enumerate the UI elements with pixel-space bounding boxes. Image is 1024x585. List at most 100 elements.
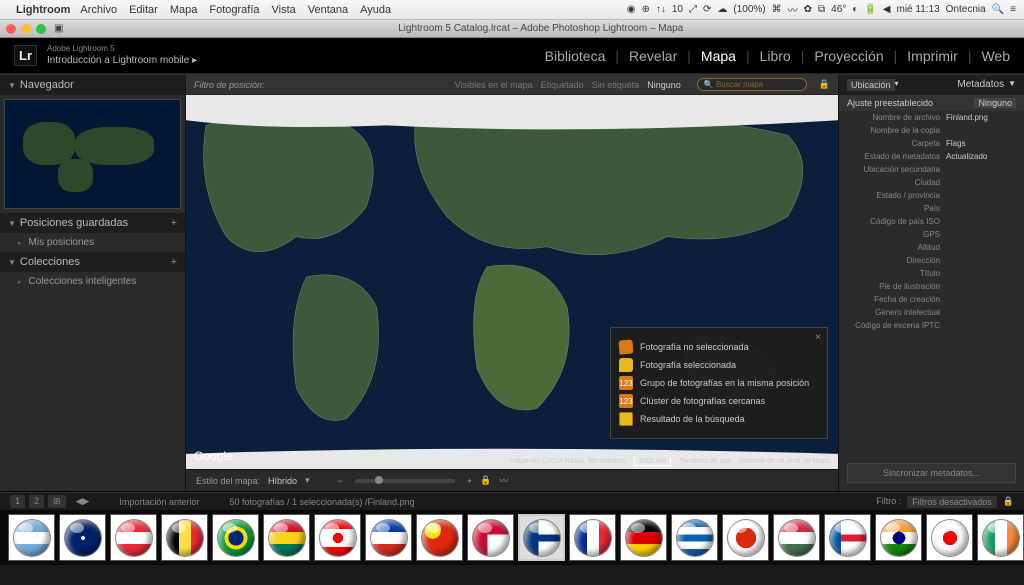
import-label[interactable]: Importación anterior (119, 497, 199, 507)
prev-button[interactable]: ◀ (76, 496, 83, 507)
tray-icon[interactable]: ⟳ (703, 4, 711, 15)
filmstrip-thumbnail[interactable] (977, 514, 1024, 561)
smart-collections-item[interactable]: Colecciones inteligentes (0, 272, 185, 291)
terms-link[interactable]: Términos de uso (679, 458, 731, 466)
metadata-field[interactable]: Título (839, 267, 1024, 280)
menu-icon[interactable]: ≡ (1010, 4, 1016, 15)
filter-dropdown[interactable]: Filtros desactivados (907, 496, 997, 508)
filmstrip[interactable] (0, 510, 1024, 565)
collections-header[interactable]: ▼Colecciones+ (0, 252, 185, 272)
close-window-button[interactable] (6, 24, 16, 34)
navigator-thumbnail[interactable] (4, 99, 181, 209)
metadata-field[interactable]: Ubicación secundaria (839, 163, 1024, 176)
filmstrip-thumbnail[interactable] (110, 514, 157, 561)
metadata-field[interactable]: Ciudad (839, 176, 1024, 189)
metadata-field[interactable]: Código de país ISO (839, 215, 1024, 228)
tray-icon[interactable]: ◐ (852, 4, 858, 15)
metadata-field[interactable]: Estado de metadatosActualizado (839, 150, 1024, 163)
filmstrip-thumbnail[interactable] (8, 514, 55, 561)
my-positions-item[interactable]: Mis posiciones (0, 233, 185, 252)
tray-icon[interactable]: 〰 (788, 2, 798, 17)
next-button[interactable]: ▶ (83, 496, 90, 507)
minimize-window-button[interactable] (21, 24, 31, 34)
view-1-button[interactable]: 1 (10, 495, 25, 508)
filter-option[interactable]: Visibles en el mapa (455, 80, 533, 90)
curve-icon[interactable]: 〰 (499, 474, 508, 487)
intro-link[interactable]: Introducción a Lightroom mobile ▸ (47, 55, 197, 66)
add-collection-button[interactable]: + (171, 256, 177, 268)
menu-vista[interactable]: Vista (272, 4, 296, 16)
add-position-button[interactable]: + (171, 217, 177, 229)
tray-icon[interactable]: ⌘ (772, 4, 782, 15)
lock-icon[interactable]: 🔒 (480, 475, 491, 486)
filmstrip-thumbnail[interactable] (314, 514, 361, 561)
metadata-field[interactable]: Fecha de creación (839, 293, 1024, 306)
metadata-header[interactable]: Ubicación▾ Metadatos▼ (839, 75, 1024, 95)
filter-option[interactable]: Etiquetado (541, 80, 584, 90)
spotlight-icon[interactable]: 🔍 (992, 4, 1004, 15)
module-proyección[interactable]: Proyección (814, 48, 883, 64)
grid-button[interactable]: ⊞ (48, 495, 66, 508)
module-imprimir[interactable]: Imprimir (907, 48, 958, 64)
filmstrip-thumbnail[interactable] (467, 514, 514, 561)
menu-ayuda[interactable]: Ayuda (360, 4, 391, 16)
filmstrip-thumbnail[interactable] (518, 514, 565, 561)
menu-mapa[interactable]: Mapa (170, 4, 198, 16)
filmstrip-thumbnail[interactable] (671, 514, 718, 561)
view-2-button[interactable]: 2 (29, 495, 44, 508)
filmstrip-thumbnail[interactable] (59, 514, 106, 561)
report-link[interactable]: Informar de un error de Maps (739, 458, 830, 466)
metadata-field[interactable]: Nombre de archivoFinland.png (839, 111, 1024, 124)
module-mapa[interactable]: Mapa (701, 48, 736, 64)
module-revelar[interactable]: Revelar (629, 48, 677, 64)
metadata-field[interactable]: Altitud (839, 241, 1024, 254)
metadata-field[interactable]: GPS (839, 228, 1024, 241)
style-value[interactable]: Híbrido (268, 476, 297, 486)
map-view[interactable]: × Fotografía no seleccionada Fotografía … (186, 95, 838, 469)
module-biblioteca[interactable]: Biblioteca (545, 48, 606, 64)
metadata-field[interactable]: Pie de ilustración (839, 280, 1024, 293)
legend-close-button[interactable]: × (815, 332, 821, 343)
filmstrip-thumbnail[interactable] (569, 514, 616, 561)
filmstrip-thumbnail[interactable] (161, 514, 208, 561)
user[interactable]: Ontecnia (946, 4, 986, 15)
tray-icon[interactable]: ◀ (883, 4, 891, 15)
location-dropdown[interactable]: Ubicación (847, 79, 895, 91)
menu-editar[interactable]: Editar (129, 4, 158, 16)
filmstrip-thumbnail[interactable] (416, 514, 463, 561)
menu-fotografia[interactable]: Fotografía (209, 4, 259, 16)
filter-lock-icon[interactable]: 🔒 (819, 79, 830, 90)
menu-ventana[interactable]: Ventana (308, 4, 348, 16)
metadata-field[interactable]: País (839, 202, 1024, 215)
module-web[interactable]: Web (981, 48, 1010, 64)
filmstrip-thumbnail[interactable] (365, 514, 412, 561)
zoom-slider[interactable] (355, 479, 455, 483)
filmstrip-thumbnail[interactable] (263, 514, 310, 561)
filter-option[interactable]: Sin etiqueta (592, 80, 640, 90)
metadata-field[interactable]: Código de escena IPTC (839, 319, 1024, 332)
filter-lock-icon[interactable]: 🔒 (1003, 496, 1014, 508)
tray-icon[interactable]: 🔋 (864, 4, 876, 15)
tray-icon[interactable]: ⊕ (641, 4, 649, 15)
metadata-field[interactable]: Nombre de la copia (839, 124, 1024, 137)
metadata-field[interactable]: Género intelectual (839, 306, 1024, 319)
module-libro[interactable]: Libro (760, 48, 791, 64)
filter-option[interactable]: Ninguno (647, 80, 681, 90)
sync-metadata-button[interactable]: Sincronizar metadatos... (847, 463, 1016, 483)
tray-icon[interactable]: ◉ (627, 4, 636, 15)
tray-icon[interactable]: ⧉ (818, 4, 825, 15)
map-search-input[interactable]: 🔍 Buscar mapa (697, 78, 807, 91)
clock[interactable]: mié 11:13 (896, 4, 939, 15)
filmstrip-thumbnail[interactable] (773, 514, 820, 561)
menu-app-name[interactable]: Lightroom (16, 4, 70, 16)
navigator-header[interactable]: ▼Navegador (0, 75, 185, 95)
menu-archivo[interactable]: Archivo (80, 4, 117, 16)
tray-icon[interactable]: ☁ (717, 4, 727, 15)
saved-positions-header[interactable]: ▼Posiciones guardadas+ (0, 213, 185, 233)
filmstrip-thumbnail[interactable] (722, 514, 769, 561)
tray-icon[interactable]: ↑↓ (656, 4, 666, 15)
metadata-field[interactable]: Dirección (839, 254, 1024, 267)
tray-icon[interactable]: ✿ (804, 4, 812, 15)
filmstrip-thumbnail[interactable] (824, 514, 871, 561)
filmstrip-thumbnail[interactable] (926, 514, 973, 561)
